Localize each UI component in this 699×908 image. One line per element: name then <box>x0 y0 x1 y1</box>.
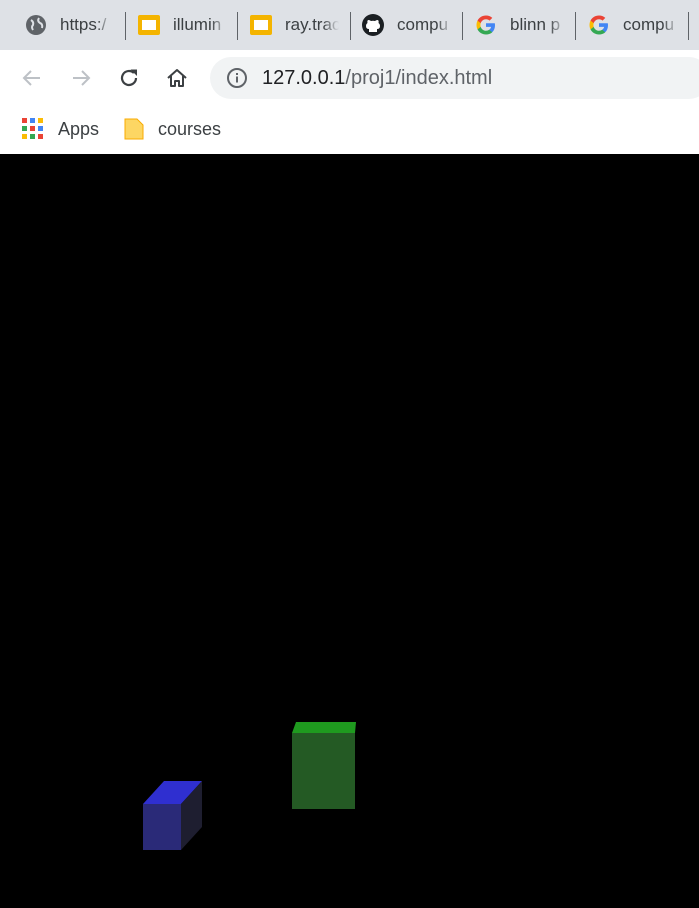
tab-separator <box>237 12 238 40</box>
info-icon[interactable] <box>226 67 248 89</box>
address-bar[interactable]: 127.0.0.1/proj1/index.html <box>210 57 699 99</box>
tab-5[interactable]: blinn p <box>474 8 566 42</box>
back-button[interactable] <box>18 64 46 92</box>
google-icon <box>474 13 498 37</box>
tab-1[interactable]: https:/ <box>24 8 114 42</box>
webgl-canvas[interactable] <box>0 154 699 903</box>
home-icon <box>167 69 187 87</box>
tab-6-label: compu <box>623 15 675 34</box>
url-host: 127.0.0.1 <box>262 67 346 89</box>
tab-separator <box>688 12 689 40</box>
tab-1-label: https:/ <box>60 15 107 34</box>
tab-3-label: ray.trac <box>285 15 339 34</box>
reload-button[interactable] <box>115 64 143 92</box>
bookmark-courses[interactable]: courses <box>124 115 221 143</box>
slides-icon <box>249 13 273 37</box>
tab-5-label: blinn p <box>510 15 561 34</box>
home-button[interactable] <box>163 64 191 92</box>
url-path: /proj1/index.html <box>345 67 493 89</box>
bookmark-apps-label: Apps <box>58 118 100 139</box>
bookmark-courses-label: courses <box>158 118 222 139</box>
tab-4[interactable]: compu <box>361 8 453 42</box>
slides-icon <box>137 13 161 37</box>
reload-icon <box>120 69 138 87</box>
tab-separator <box>350 12 351 40</box>
tab-2[interactable]: illumin <box>137 8 229 42</box>
bookmark-apps[interactable]: Apps <box>22 115 99 143</box>
bookmarks-bar: Apps courses <box>0 105 699 154</box>
scene-render <box>0 154 699 903</box>
browser-toolbar: 127.0.0.1/proj1/index.html <box>0 50 699 105</box>
forward-button[interactable] <box>67 64 95 92</box>
tab-strip: https:/ illumin ray.trac compu blinn p c… <box>0 0 699 50</box>
tab-separator <box>575 12 576 40</box>
tab-2-label: illumin <box>173 15 222 34</box>
apps-grid-icon <box>22 118 44 140</box>
tab-separator <box>462 12 463 40</box>
arrow-right-icon <box>73 70 91 86</box>
folder-icon <box>124 117 144 141</box>
tab-3[interactable]: ray.trac <box>249 8 341 42</box>
tab-6[interactable]: compu <box>587 8 679 42</box>
tab-4-label: compu <box>397 15 449 34</box>
globe-icon <box>24 13 48 37</box>
url-text[interactable]: 127.0.0.1/proj1/index.html <box>262 67 492 90</box>
arrow-left-icon <box>22 70 40 86</box>
google-icon <box>587 13 611 37</box>
github-icon <box>361 13 385 37</box>
green-box <box>292 722 356 809</box>
tab-separator <box>125 12 126 40</box>
